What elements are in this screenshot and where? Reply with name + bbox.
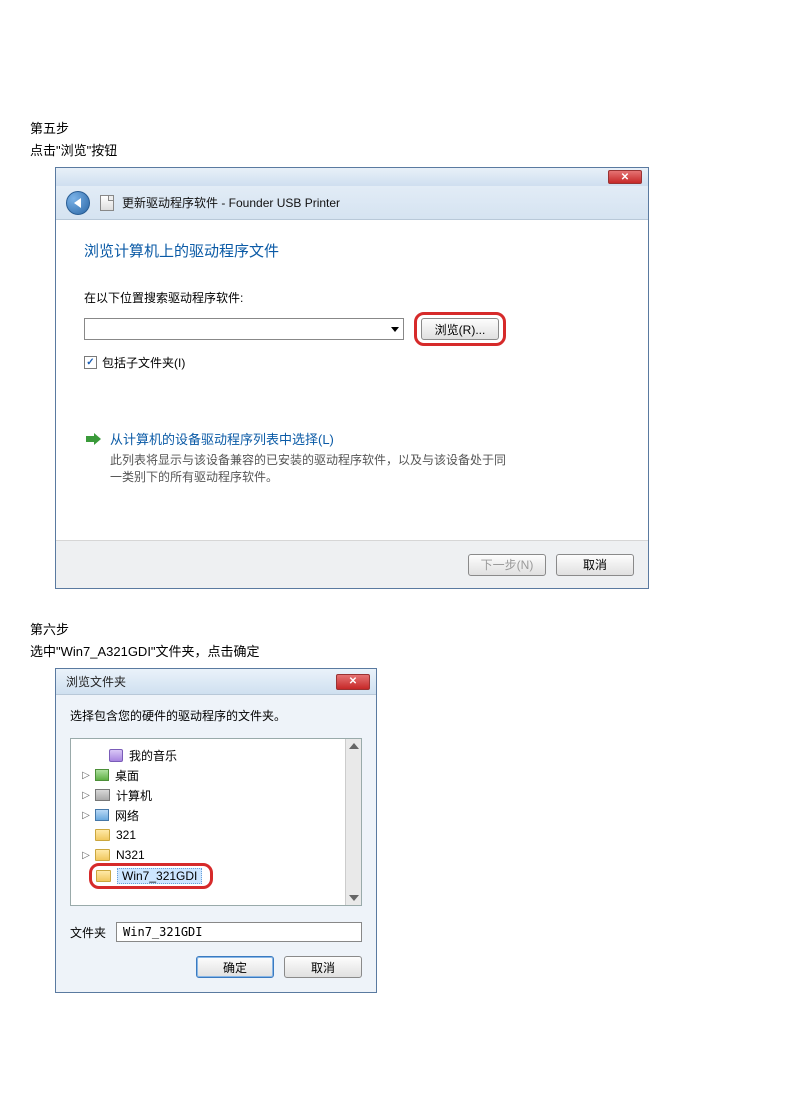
computer-icon: [95, 789, 110, 801]
dialog2-titlebar: 浏览文件夹 ✕: [56, 669, 376, 695]
folder-icon: [95, 829, 110, 841]
dialog2-body: 选择包含您的硬件的驱动程序的文件夹。 我的音乐 ▷ 桌面 ▷ 计算机 ▷ 网络: [56, 695, 376, 992]
folder-field-label: 文件夹: [70, 924, 106, 941]
folder-icon: [96, 870, 111, 882]
include-subfolders-label: 包括子文件夹(I): [102, 354, 185, 371]
folder-field-input[interactable]: Win7_321GDI: [116, 922, 362, 942]
search-location-combobox[interactable]: [84, 318, 404, 340]
dialog1-footer: 下一步(N) 取消: [56, 540, 648, 588]
scrollbar[interactable]: [345, 739, 361, 905]
tree-item-computer[interactable]: ▷ 计算机: [75, 785, 357, 805]
tree-item-321[interactable]: ▷ 321: [75, 825, 357, 845]
tree-label: N321: [116, 848, 145, 862]
dialog1-title: 浏览计算机上的驱动程序文件: [84, 240, 620, 261]
next-button[interactable]: 下一步(N): [468, 554, 546, 576]
desktop-icon: [95, 769, 109, 781]
tree-label: Win7_321GDI: [117, 868, 202, 884]
tree-item-n321[interactable]: ▷ N321: [75, 845, 357, 865]
music-icon: [109, 749, 123, 762]
folder-field-value: Win7_321GDI: [123, 925, 202, 939]
arrow-right-icon: [84, 431, 102, 449]
page-icon: [100, 195, 114, 211]
dialog1-body: 浏览计算机上的驱动程序文件 在以下位置搜索驱动程序软件: 浏览(R)... 包括…: [56, 220, 648, 540]
close-icon[interactable]: ✕: [336, 674, 370, 690]
tree-label: 计算机: [116, 787, 152, 804]
dialog2-instruction: 选择包含您的硬件的驱动程序的文件夹。: [70, 707, 362, 724]
expand-icon[interactable]: ▷: [81, 850, 91, 860]
pick-from-list-link[interactable]: 从计算机的设备驱动程序列表中选择(L): [110, 429, 510, 448]
cancel-button[interactable]: 取消: [284, 956, 362, 978]
update-driver-dialog: ✕ 更新驱动程序软件 - Founder USB Printer 浏览计算机上的…: [55, 167, 649, 589]
step6-heading: 第六步: [30, 619, 762, 638]
dialog2-title: 浏览文件夹: [66, 673, 126, 690]
search-location-label: 在以下位置搜索驱动程序软件:: [84, 289, 620, 306]
folder-tree[interactable]: 我的音乐 ▷ 桌面 ▷ 计算机 ▷ 网络 ▷ 321: [70, 738, 362, 906]
dialog1-titlebar: ✕: [56, 168, 648, 186]
dialog1-header: 更新驱动程序软件 - Founder USB Printer: [56, 186, 648, 220]
ok-button[interactable]: 确定: [196, 956, 274, 978]
expand-icon[interactable]: ▷: [81, 790, 91, 800]
tree-item-network[interactable]: ▷ 网络: [75, 805, 357, 825]
step5-desc: 点击"浏览"按钮: [30, 140, 762, 159]
step6-desc: 选中"Win7_A321GDI"文件夹，点击确定: [30, 641, 762, 660]
dialog1-header-text: 更新驱动程序软件 - Founder USB Printer: [122, 194, 340, 211]
folder-icon: [95, 849, 110, 861]
tree-item-win7-selected[interactable]: Win7_321GDI: [89, 863, 213, 889]
browse-folder-dialog: 浏览文件夹 ✕ 选择包含您的硬件的驱动程序的文件夹。 我的音乐 ▷ 桌面 ▷ 计…: [55, 668, 377, 993]
browse-highlight: 浏览(R)...: [414, 312, 506, 346]
step5-heading: 第五步: [30, 118, 762, 137]
close-icon[interactable]: ✕: [608, 170, 642, 184]
browse-button[interactable]: 浏览(R)...: [421, 318, 499, 340]
tree-label: 我的音乐: [129, 747, 177, 764]
pick-from-list-desc: 此列表将显示与该设备兼容的已安装的驱动程序软件，以及与该设备处于同一类别下的所有…: [110, 452, 510, 487]
tree-label: 321: [116, 828, 136, 842]
include-subfolders-checkbox[interactable]: [84, 356, 97, 369]
expand-icon[interactable]: ▷: [81, 770, 91, 780]
tree-item-desktop[interactable]: ▷ 桌面: [75, 765, 357, 785]
tree-label: 桌面: [115, 767, 139, 784]
chevron-down-icon[interactable]: [387, 319, 403, 339]
expand-icon[interactable]: ▷: [81, 810, 91, 820]
back-button[interactable]: [66, 191, 90, 215]
tree-label: 网络: [115, 807, 139, 824]
cancel-button[interactable]: 取消: [556, 554, 634, 576]
network-icon: [95, 809, 109, 821]
tree-item-my-music[interactable]: 我的音乐: [75, 745, 357, 765]
